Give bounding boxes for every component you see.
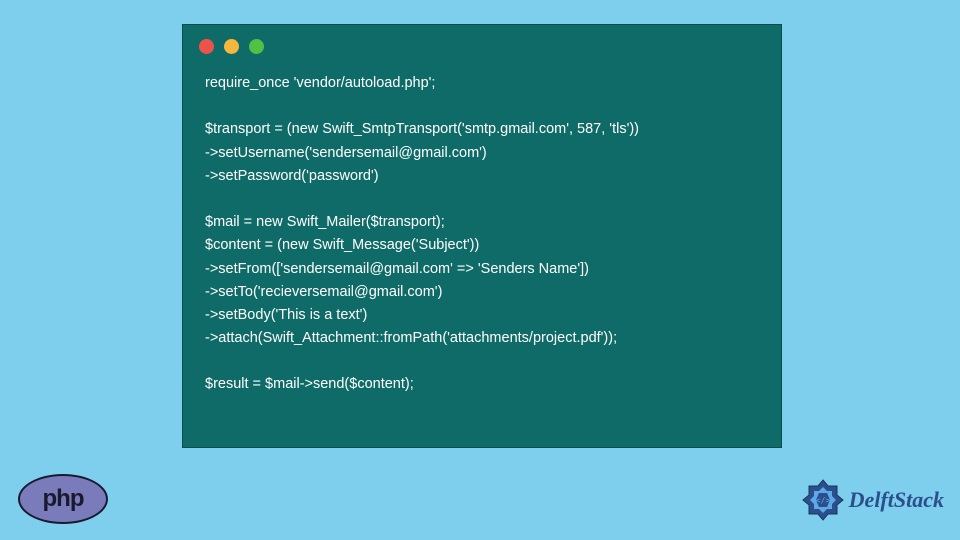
brand-icon: </> [801, 478, 845, 522]
maximize-icon[interactable] [249, 39, 264, 54]
window-controls [183, 25, 781, 62]
code-line: ->setPassword('password') [205, 168, 379, 184]
brand-text: DelftStack [849, 487, 944, 513]
code-line: $content = (new Swift_Message('Subject')… [205, 237, 479, 253]
php-logo-text: php [43, 485, 84, 513]
code-window: require_once 'vendor/autoload.php'; $tra… [182, 24, 782, 448]
code-line: require_once 'vendor/autoload.php'; [205, 75, 435, 91]
php-logo-ellipse: php [18, 474, 108, 524]
code-line: $result = $mail->send($content); [205, 376, 414, 392]
php-logo: php [18, 474, 108, 524]
code-line: ->setFrom(['sendersemail@gmail.com' => '… [205, 261, 589, 277]
svg-text:</>: </> [815, 496, 830, 505]
code-content: require_once 'vendor/autoload.php'; $tra… [183, 62, 781, 417]
close-icon[interactable] [199, 39, 214, 54]
code-line: $transport = (new Swift_SmtpTransport('s… [205, 121, 639, 137]
code-line: ->setBody('This is a text') [205, 307, 367, 323]
minimize-icon[interactable] [224, 39, 239, 54]
code-line: $mail = new Swift_Mailer($transport); [205, 214, 445, 230]
brand-logo: </> DelftStack [801, 478, 944, 522]
code-line: ->setUsername('sendersemail@gmail.com') [205, 145, 487, 161]
code-line: ->setTo('recieversemail@gmail.com') [205, 284, 442, 300]
code-line: ->attach(Swift_Attachment::fromPath('att… [205, 330, 617, 346]
